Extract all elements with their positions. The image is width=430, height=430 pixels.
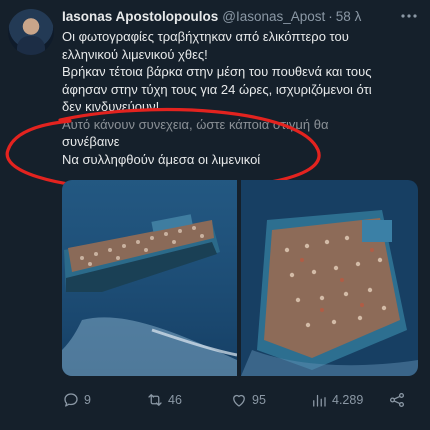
- heart-icon: [233, 394, 245, 407]
- tweet-line: Αυτό κάνουν συνεχεια, ώστε κάποια στιγμή…: [62, 116, 329, 132]
- share-button[interactable]: [388, 390, 406, 410]
- author-handle[interactable]: @Iasonas_Apost: [222, 9, 325, 24]
- tweet-line: ελληνικού λιμενικού χθες!: [62, 46, 208, 62]
- tweet-line: Οι φωτογραφίες τραβήχτηκαν από ελικόπτερ…: [62, 29, 349, 44]
- reply-icon: [64, 393, 78, 407]
- tweet-line: Βρήκαν τέτοια βάρκα στην μέση του πουθεν…: [62, 64, 372, 79]
- like-count: 95: [252, 393, 266, 407]
- retweet-count: 46: [168, 393, 182, 407]
- photo-grid[interactable]: [62, 180, 418, 376]
- views-icon: [313, 394, 326, 407]
- views-button[interactable]: 4.289: [310, 390, 363, 410]
- reply-button[interactable]: 9: [62, 390, 91, 410]
- like-button[interactable]: 95: [230, 390, 266, 410]
- more-dots-icon[interactable]: [398, 8, 420, 24]
- reply-count: 9: [84, 393, 91, 407]
- tweet-line: δεν κινδυνεύουν!: [62, 99, 160, 114]
- photo-left[interactable]: [62, 180, 238, 376]
- tweet-text: Οι φωτογραφίες τραβήχτηκαν από ελικόπτερ…: [62, 28, 418, 168]
- tweet-line: συνέβαινε: [62, 134, 120, 149]
- tweet-line: Να συλληφθούν άμεσα οι λιμενικοί: [62, 151, 261, 167]
- retweet-icon: [148, 394, 162, 406]
- views-count: 4.289: [332, 393, 364, 407]
- share-icon: [389, 392, 405, 408]
- tweet-time[interactable]: 58 λ: [336, 9, 362, 24]
- tweet-header: Iasonas Apostolopoulos @Iasonas_Apost · 58 …: [62, 9, 390, 27]
- avatar[interactable]: [8, 9, 54, 55]
- photo-right[interactable]: [241, 180, 418, 376]
- tweet-line: άφησαν στην τύχη τους για 24 ώρες, ισχυρ…: [62, 81, 372, 97]
- author-name[interactable]: Iasonas Apostolopoulos: [62, 9, 218, 24]
- separator-dot: ·: [328, 9, 333, 24]
- retweet-button[interactable]: 46: [146, 390, 182, 410]
- tweet-card[interactable]: Iasonas Apostolopoulos @Iasonas_Apost · 58 …: [0, 0, 430, 430]
- tweet-actions: 9 46 95 4.289: [62, 388, 418, 412]
